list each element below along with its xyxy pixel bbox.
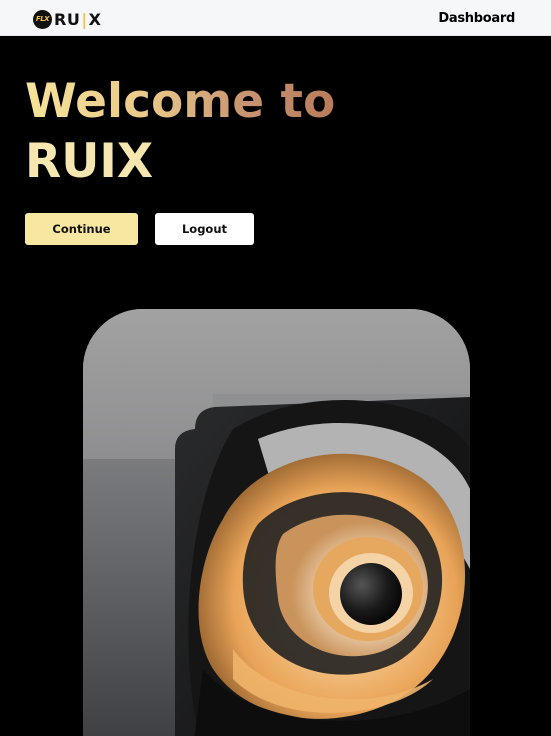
logo-badge-icon: FLX bbox=[33, 9, 52, 29]
logo[interactable]: FLX RU|X bbox=[33, 9, 102, 29]
hero-title-line2: RUIX bbox=[25, 134, 154, 189]
nav-link-dashboard[interactable]: Dashboard bbox=[438, 11, 515, 26]
continue-button[interactable]: Continue bbox=[25, 213, 138, 245]
hero-title-line1: Welcome to bbox=[25, 72, 335, 132]
logout-button[interactable]: Logout bbox=[155, 213, 254, 245]
abstract-swirl-icon bbox=[83, 309, 470, 736]
top-navbar: FLX RU|X Dashboard bbox=[0, 0, 551, 36]
logo-text: RU|X bbox=[54, 9, 102, 29]
hero-artwork bbox=[83, 309, 470, 736]
hero-title: Welcome to RUIX bbox=[25, 72, 525, 192]
